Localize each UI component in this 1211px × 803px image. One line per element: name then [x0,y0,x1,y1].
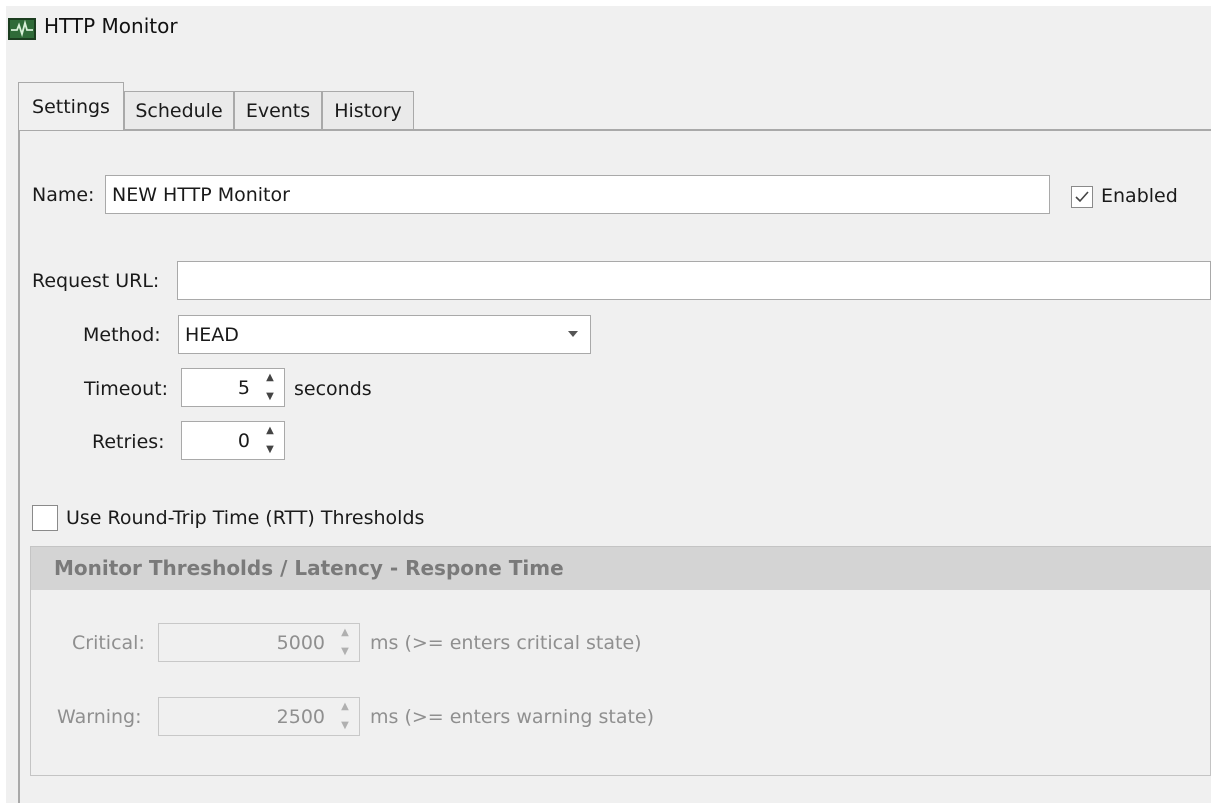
warning-label: Warning: [57,706,142,728]
name-input[interactable]: NEW HTTP Monitor [105,175,1050,214]
retries-value: 0 [237,429,250,452]
warning-value: 2500 [276,705,325,728]
warning-note: ms (>= enters warning state) [370,706,655,728]
name-label: Name: [32,184,95,206]
chevron-down-icon [568,331,578,337]
tab-history[interactable]: History [322,91,414,129]
warning-stepper[interactable]: 2500 ▲ ▼ [158,697,360,736]
spin-down-icon[interactable]: ▼ [266,392,274,402]
tab-settings[interactable]: Settings [18,82,124,130]
method-dropdown[interactable]: HEAD [178,315,591,354]
spin-up-icon[interactable]: ▲ [266,426,274,436]
panel-border [18,129,20,803]
rtt-label: Use Round-Trip Time (RTT) Thresholds [66,507,425,529]
retries-stepper[interactable]: 0 ▲ ▼ [181,421,285,460]
timeout-stepper[interactable]: 5 ▲ ▼ [181,368,285,407]
enabled-checkbox[interactable] [1071,186,1093,208]
spin-down-icon[interactable]: ▼ [341,721,349,731]
tab-settings-label: Settings [32,95,110,118]
retries-label: Retries: [92,431,165,453]
checkmark-icon [1075,191,1089,203]
critical-label: Critical: [72,632,145,654]
rtt-checkbox[interactable] [32,505,58,531]
tab-events[interactable]: Events [234,91,322,129]
request-url-input[interactable] [177,261,1211,300]
spin-up-icon[interactable]: ▲ [341,702,349,712]
timeout-value: 5 [237,376,250,399]
window-title: HTTP Monitor [44,14,178,38]
spin-down-icon[interactable]: ▼ [341,647,349,657]
method-label: Method: [83,324,161,346]
request-url-label: Request URL: [32,270,160,292]
timeout-unit-label: seconds [294,378,372,400]
spin-up-icon[interactable]: ▲ [341,628,349,638]
enabled-label: Enabled [1101,185,1178,207]
tab-schedule[interactable]: Schedule [124,91,234,129]
thresholds-title: Monitor Thresholds / Latency - Respone T… [54,556,564,580]
name-input-value: NEW HTTP Monitor [112,183,290,206]
activity-monitor-icon [8,18,36,40]
spin-up-icon[interactable]: ▲ [266,373,274,383]
tab-divider [18,129,1211,131]
critical-note: ms (>= enters critical state) [370,632,642,654]
tab-history-label: History [334,99,402,122]
critical-value: 5000 [276,631,325,654]
tab-events-label: Events [245,99,311,122]
method-value: HEAD [185,323,239,346]
tab-schedule-label: Schedule [135,99,223,122]
critical-stepper[interactable]: 5000 ▲ ▼ [158,623,360,662]
timeout-label: Timeout: [84,378,169,400]
spin-down-icon[interactable]: ▼ [266,445,274,455]
